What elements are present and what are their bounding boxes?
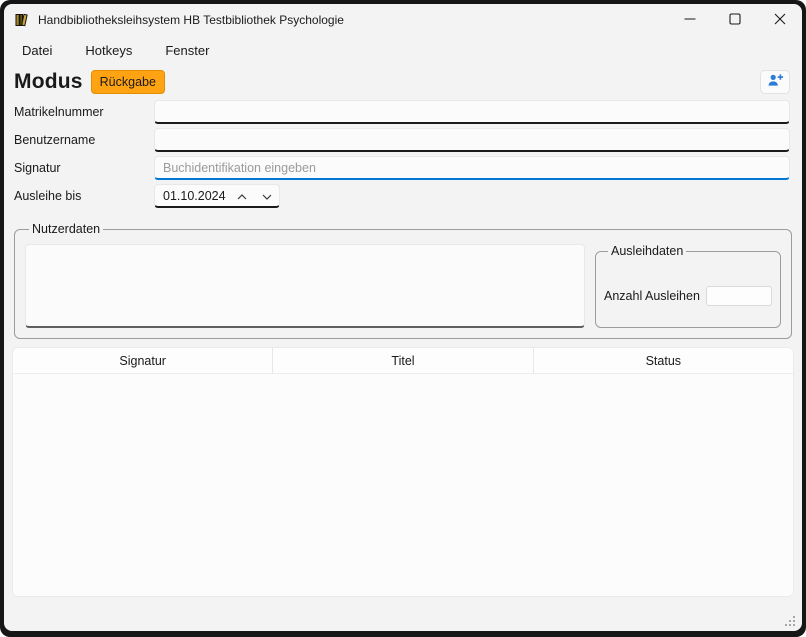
close-icon: [774, 13, 786, 28]
anzahl-ausleihen-input[interactable]: [706, 286, 772, 306]
person-add-icon: [767, 73, 784, 91]
column-header-signatur[interactable]: Signatur: [13, 348, 273, 373]
mode-row: Modus Rückgabe: [4, 64, 802, 94]
anzahl-ausleihen-row: Anzahl Ausleihen: [604, 286, 772, 306]
menu-item-hotkeys[interactable]: Hotkeys: [85, 43, 132, 58]
close-button[interactable]: [757, 4, 802, 36]
chevron-down-icon: [262, 188, 272, 203]
nutzerdaten-textarea[interactable]: [25, 244, 585, 328]
books-icon: [14, 12, 30, 28]
menubar: Datei Hotkeys Fenster: [4, 36, 802, 64]
signatur-input[interactable]: [154, 156, 790, 180]
statusbar: [4, 597, 802, 631]
form-row-ausleihe-bis: Ausleihe bis 01.10.2024: [4, 184, 802, 208]
form-row-benutzername: Benutzername: [4, 128, 802, 152]
mode-badge[interactable]: Rückgabe: [91, 70, 165, 94]
add-user-button[interactable]: [760, 70, 790, 94]
date-increment-button[interactable]: [229, 185, 254, 206]
minimize-icon: [684, 13, 696, 28]
app-window: Handbibliotheksleihsystem HB Testbibliot…: [4, 4, 802, 631]
ausleihe-bis-label: Ausleihe bis: [14, 189, 154, 203]
form-row-matrikelnummer: Matrikelnummer: [4, 100, 802, 124]
signatur-label: Signatur: [14, 161, 154, 175]
ausleihe-bis-date-spinner[interactable]: 01.10.2024: [154, 184, 280, 208]
table-body: [13, 374, 793, 596]
benutzername-input[interactable]: [154, 128, 790, 152]
resize-grip-icon[interactable]: [785, 616, 796, 627]
form-row-signatur: Signatur: [4, 156, 802, 180]
ausleihdaten-group: Ausleihdaten Anzahl Ausleihen: [595, 244, 781, 328]
ausleihdaten-legend: Ausleihdaten: [608, 244, 686, 258]
chevron-up-icon: [237, 188, 247, 203]
matrikelnummer-label: Matrikelnummer: [14, 105, 154, 119]
maximize-icon: [729, 13, 741, 28]
anzahl-ausleihen-label: Anzahl Ausleihen: [604, 289, 706, 303]
nutzerdaten-legend: Nutzerdaten: [29, 222, 103, 236]
menu-item-datei[interactable]: Datei: [22, 43, 52, 58]
loans-table: Signatur Titel Status: [12, 347, 794, 597]
date-value: 01.10.2024: [155, 189, 229, 203]
maximize-button[interactable]: [712, 4, 757, 36]
minimize-button[interactable]: [667, 4, 712, 36]
caption-buttons: [667, 4, 802, 36]
nutzerdaten-group: Nutzerdaten Ausleihdaten Anzahl Ausleihe…: [14, 222, 792, 339]
column-header-status[interactable]: Status: [534, 348, 793, 373]
mode-title: Modus: [14, 70, 83, 94]
form: Matrikelnummer Benutzername Signatur Aus…: [4, 100, 802, 212]
matrikelnummer-input[interactable]: [154, 100, 790, 124]
date-decrement-button[interactable]: [254, 185, 279, 206]
column-header-titel[interactable]: Titel: [273, 348, 533, 373]
nutzerdaten-body: Ausleihdaten Anzahl Ausleihen: [25, 244, 781, 328]
window-frame: Handbibliotheksleihsystem HB Testbibliot…: [0, 0, 806, 637]
menu-item-fenster[interactable]: Fenster: [165, 43, 209, 58]
benutzername-label: Benutzername: [14, 133, 154, 147]
window-title: Handbibliotheksleihsystem HB Testbibliot…: [38, 13, 344, 27]
table-header: Signatur Titel Status: [13, 348, 793, 374]
titlebar: Handbibliotheksleihsystem HB Testbibliot…: [4, 4, 802, 36]
